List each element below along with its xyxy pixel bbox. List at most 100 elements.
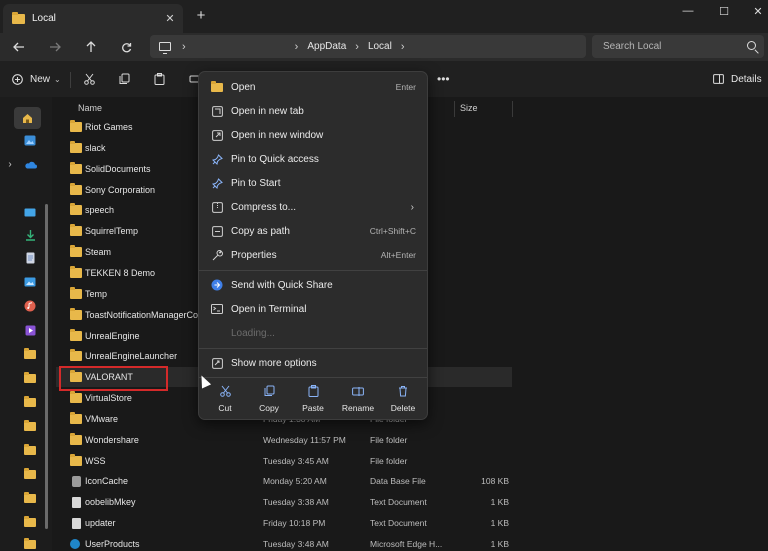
navigation-scrollbar[interactable]	[45, 204, 48, 529]
menu-item-label: Open	[231, 81, 256, 93]
nav-folder-2[interactable]	[22, 371, 38, 385]
paste-toolbar-button[interactable]	[154, 70, 165, 88]
table-row[interactable]: updater Friday 10:18 PM Text Document 1 KB	[56, 513, 512, 533]
details-pane-icon	[713, 74, 724, 84]
nav-folder-1[interactable]	[22, 347, 38, 361]
quick-share-icon	[211, 279, 223, 291]
folder-icon	[70, 432, 82, 445]
menu-item-properties[interactable]: Properties Alt+Enter	[202, 244, 424, 266]
menu-item-label: Copy as path	[231, 225, 290, 237]
file-name: UnrealEngineLauncher	[85, 351, 178, 362]
folder-icon	[24, 467, 36, 479]
file-name: ToastNotificationManagerCo	[85, 309, 199, 320]
scissors-icon	[84, 73, 95, 85]
table-row[interactable]: oobelibMkey Tuesday 3:38 AM Text Document 1…	[56, 492, 512, 512]
nav-folder-3[interactable]	[22, 395, 38, 409]
menu-item-open-new-tab[interactable]: Open in new tab	[202, 100, 424, 122]
nav-music[interactable]	[22, 299, 38, 313]
menu-item-open-terminal[interactable]: Open in Terminal	[202, 298, 424, 320]
forward-button[interactable]	[45, 38, 65, 56]
folder-icon	[24, 371, 36, 383]
nav-gallery[interactable]	[22, 133, 38, 147]
address-bar[interactable]: › › AppData › Local ›	[150, 35, 586, 58]
pictures-icon	[24, 277, 36, 287]
nav-folder-5[interactable]	[22, 443, 38, 457]
arrow-right-icon	[50, 42, 61, 52]
refresh-button[interactable]	[116, 38, 136, 56]
rename-icon	[351, 384, 365, 398]
file-type: File folder	[370, 434, 408, 445]
context-delete-button[interactable]: Delete	[381, 381, 425, 415]
context-rename-button[interactable]: Rename	[336, 381, 380, 415]
menu-item-copy-as-path[interactable]: Copy as path Ctrl+Shift+C	[202, 220, 424, 242]
table-row[interactable]: Wondershare Wednesday 11:57 PM File folder	[56, 430, 512, 450]
folder-icon	[24, 347, 36, 359]
pin-icon	[211, 177, 223, 189]
context-copy-button[interactable]: Copy	[247, 381, 291, 415]
nav-onedrive[interactable]	[22, 157, 38, 171]
nav-folder-9[interactable]	[22, 537, 38, 551]
chevron-right-icon: ›	[400, 40, 405, 53]
breadcrumb-local[interactable]: Local	[368, 41, 392, 52]
close-window-button[interactable]: ✕	[740, 0, 768, 22]
action-label: Paste	[302, 403, 324, 413]
menu-item-show-more-options[interactable]: Show more options	[202, 352, 424, 374]
nav-desktop[interactable]	[22, 205, 38, 219]
valorant-highlight-box	[59, 366, 168, 391]
back-button[interactable]	[9, 38, 29, 56]
context-cut-button[interactable]: Cut	[203, 381, 247, 415]
trash-icon	[396, 384, 410, 398]
table-row[interactable]: IconCache Monday 5:20 AM Data Base File 108…	[56, 471, 512, 491]
menu-item-pin-start[interactable]: Pin to Start	[202, 172, 424, 194]
menu-item-loading: Loading...	[202, 322, 424, 344]
menu-item-label: Pin to Quick access	[231, 153, 319, 165]
context-paste-button[interactable]: Paste	[291, 381, 335, 415]
up-button[interactable]	[81, 38, 101, 56]
tab-local[interactable]: Local ✕	[3, 4, 183, 33]
menu-item-pin-quick-access[interactable]: Pin to Quick access	[202, 148, 424, 170]
file-name: UserProducts	[85, 539, 140, 549]
folder-open-icon	[211, 80, 223, 93]
pin-icon	[211, 153, 223, 165]
menu-item-open-new-window[interactable]: Open in new window	[202, 124, 424, 146]
nav-folder-7[interactable]	[22, 491, 38, 505]
new-tab-button[interactable]: +	[194, 7, 208, 25]
close-tab-button[interactable]: ✕	[163, 12, 177, 26]
menu-item-quick-share[interactable]: Send with Quick Share	[202, 274, 424, 296]
plus-circle-icon	[12, 73, 23, 85]
column-header-name[interactable]: Name	[78, 103, 102, 113]
table-row[interactable]: WSS Tuesday 3:45 AM File folder	[56, 451, 512, 471]
copy-icon	[119, 73, 130, 84]
expand-onedrive[interactable]: ›	[6, 157, 14, 171]
more-icon: •••	[437, 72, 450, 86]
nav-home[interactable]	[14, 107, 41, 129]
search-input[interactable]: Search Local	[592, 35, 764, 58]
new-button[interactable]: New ⌄	[12, 70, 61, 88]
file-type: Data Base File	[370, 476, 426, 487]
nav-folder-4[interactable]	[22, 419, 38, 433]
more-options-button[interactable]: •••	[437, 70, 450, 88]
clipboard-icon	[306, 384, 320, 398]
menu-item-open[interactable]: Open Enter	[202, 76, 424, 98]
scissors-icon	[218, 384, 232, 398]
cut-toolbar-button[interactable]	[84, 70, 95, 88]
arrow-left-icon	[13, 42, 24, 52]
nav-folder-8[interactable]	[22, 515, 38, 529]
nav-pictures[interactable]	[22, 275, 38, 289]
nav-downloads[interactable]	[22, 228, 38, 242]
maximize-button[interactable]: ☐	[706, 0, 742, 22]
details-button[interactable]: Details	[713, 70, 762, 88]
breadcrumb-appdata[interactable]: AppData	[307, 41, 346, 52]
menu-item-compress[interactable]: Compress to... ›	[202, 196, 424, 218]
table-row[interactable]: UserProducts Tuesday 3:48 AM Microsoft Edg…	[56, 534, 512, 551]
nav-videos[interactable]	[22, 323, 38, 337]
column-header-size[interactable]: Size	[460, 103, 478, 113]
nav-folder-6[interactable]	[22, 467, 38, 481]
column-divider	[512, 101, 513, 117]
folder-icon	[70, 120, 82, 132]
file-type: Microsoft Edge H...	[370, 539, 443, 549]
copy-toolbar-button[interactable]	[119, 70, 130, 88]
nav-documents[interactable]	[22, 251, 38, 265]
minimize-button[interactable]: —	[670, 0, 706, 22]
file-size: 1 KB	[490, 539, 509, 549]
